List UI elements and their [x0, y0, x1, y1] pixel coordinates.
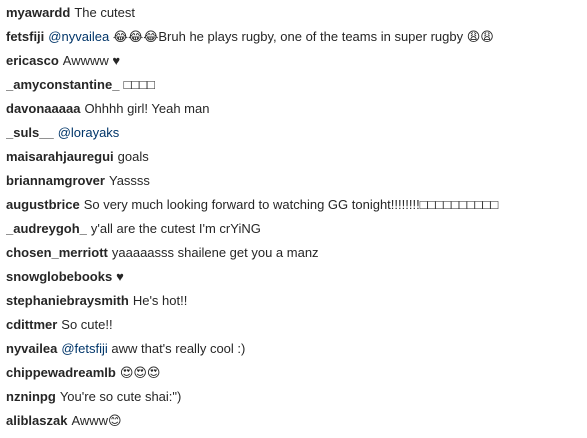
comment-username-link[interactable]: _audreygoh_	[6, 221, 87, 236]
comment-text: Yassss	[108, 173, 150, 188]
comment-text: Ohhhh girl! Yeah man	[84, 101, 210, 116]
comment-username-link[interactable]: fetsfiji	[6, 29, 44, 44]
comment-username-link[interactable]: nzninpg	[6, 389, 56, 404]
comment-row: aliblaszak Awww😊	[6, 409, 587, 433]
comment-row: chosen_merriott yaaaaasss shailene get yo…	[6, 241, 587, 265]
comment-text: You're so cute shai:")	[59, 389, 182, 404]
comment-row: snowglobebooks ♥	[6, 265, 587, 289]
comment-username-link[interactable]: cdittmer	[6, 317, 57, 332]
comment-username-link[interactable]: ericasco	[6, 53, 59, 68]
comment-row: davonaaaaa Ohhhh girl! Yeah man	[6, 97, 587, 121]
comment-row: _suls__ @lorayaks	[6, 121, 587, 145]
comment-username-link[interactable]: chippewadreamlb	[6, 365, 116, 380]
comment-username-link[interactable]: _amyconstantine_	[6, 77, 119, 92]
comment-text: 😍😍😍	[119, 365, 161, 380]
comment-username-link[interactable]: chosen_merriott	[6, 245, 108, 260]
comment-row: stephaniebraysmith He's hot!!	[6, 289, 587, 313]
comment-username-link[interactable]: nyvailea	[6, 341, 57, 356]
comment-mention-link[interactable]: @lorayaks	[58, 125, 120, 140]
comment-row: nyvailea @fetsfiji aww that's really cool…	[6, 337, 587, 361]
comment-row: myawardd The cutest	[6, 1, 587, 25]
comment-username-link[interactable]: stephaniebraysmith	[6, 293, 129, 308]
comment-row: briannamgrover Yassss	[6, 169, 587, 193]
comment-text: yaaaaasss shailene get you a manz	[111, 245, 319, 260]
comment-list: myawardd The cutest fetsfiji @nyvailea 😂😂😂B…	[0, 0, 587, 433]
comment-text: Awwww ♥	[62, 53, 121, 68]
comment-username-link[interactable]: maisarahjauregui	[6, 149, 114, 164]
comment-row: nzninpg You're so cute shai:")	[6, 385, 587, 409]
comment-row: cdittmer So cute!!	[6, 313, 587, 337]
comment-row: fetsfiji @nyvailea 😂😂😂Bruh he plays rugby…	[6, 25, 587, 49]
comment-text: goals	[117, 149, 149, 164]
comment-username-link[interactable]: snowglobebooks	[6, 269, 112, 284]
comment-text: The cutest	[74, 5, 136, 20]
comment-username-link[interactable]: augustbrice	[6, 197, 80, 212]
comment-text: ♥	[116, 269, 124, 284]
comment-row: augustbrice So very much looking forward …	[6, 193, 587, 217]
comment-row: _amyconstantine_ □□□□	[6, 73, 587, 97]
comment-mention-link[interactable]: @fetsfiji	[61, 341, 107, 356]
comment-text: So very much looking forward to watching…	[83, 197, 499, 212]
comment-mention-link[interactable]: @nyvailea	[48, 29, 109, 44]
comment-text: He's hot!!	[132, 293, 188, 308]
comment-row: maisarahjauregui goals	[6, 145, 587, 169]
comment-text: 😂😂😂Bruh he plays rugby, one of the teams…	[109, 29, 494, 44]
comment-text: □□□□	[123, 77, 155, 92]
comment-username-link[interactable]: myawardd	[6, 5, 70, 20]
comment-username-link[interactable]: _suls__	[6, 125, 54, 140]
comment-row: ericasco Awwww ♥	[6, 49, 587, 73]
comment-text: y'all are the cutest I'm crYiNG	[90, 221, 261, 236]
comment-row: chippewadreamlb 😍😍😍	[6, 361, 587, 385]
comment-username-link[interactable]: aliblaszak	[6, 413, 67, 428]
comment-username-link[interactable]: briannamgrover	[6, 173, 105, 188]
comment-text: So cute!!	[61, 317, 113, 332]
comment-text: Awww😊	[71, 413, 122, 428]
comment-row: _audreygoh_ y'all are the cutest I'm crYi…	[6, 217, 587, 241]
comment-text: aww that's really cool :)	[107, 341, 246, 356]
comment-username-link[interactable]: davonaaaaa	[6, 101, 80, 116]
